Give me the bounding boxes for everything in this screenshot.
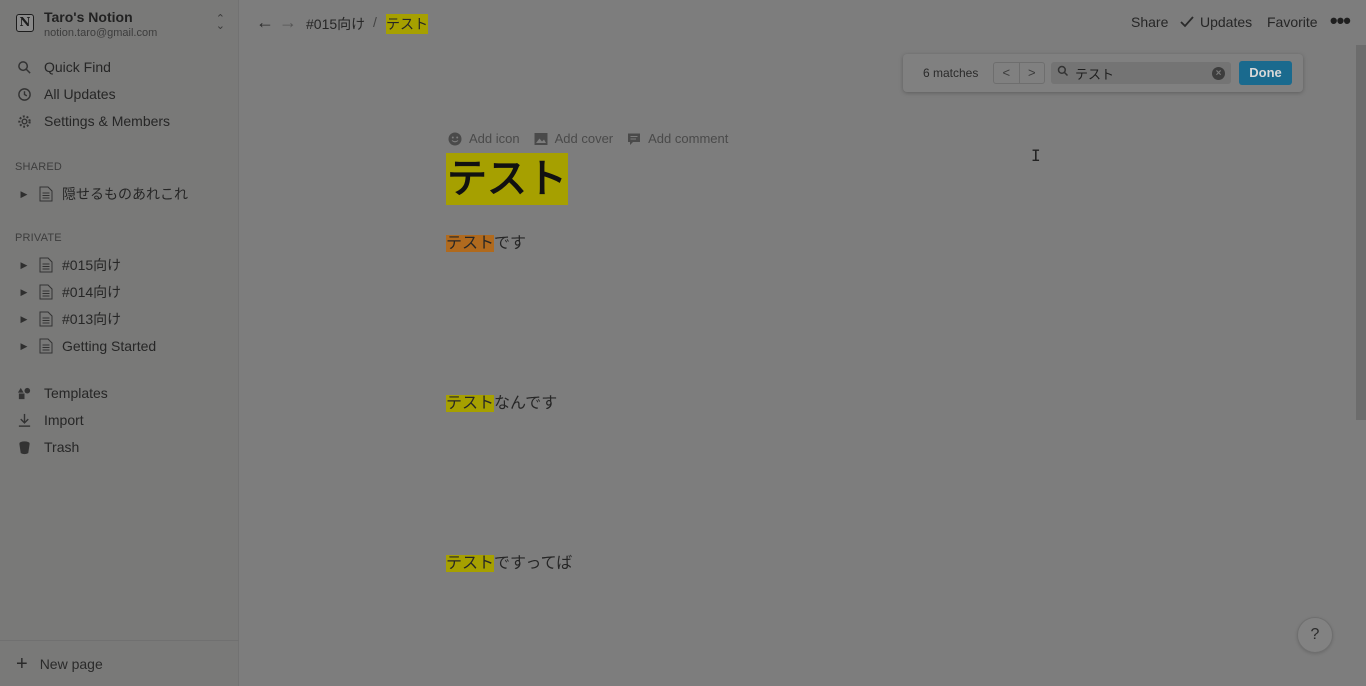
sidebar-page-label: #013向け [62,311,122,327]
templates-label: Templates [44,385,108,401]
find-input[interactable]: テスト × [1051,62,1231,84]
page-icon [39,311,53,327]
quick-find-button[interactable]: Quick Find [16,56,111,78]
match-highlight: テスト [446,555,495,572]
sidebar-page-private-2[interactable]: ▶ #013向け [18,308,122,330]
plus-icon: + [16,652,28,675]
text-block[interactable]: テストなんです [446,394,557,414]
topbar: ← → #015向け / テスト Share Updates Favorite … [240,0,1366,45]
import-button[interactable]: Import [16,409,84,431]
page-icon [39,257,53,273]
gear-icon [16,113,32,129]
all-updates-button[interactable]: All Updates [16,83,116,105]
new-page-label: New page [39,655,103,672]
match-highlight: テスト [446,395,495,412]
done-button[interactable]: Done [1239,61,1292,85]
sidebar-page-label: Getting Started [62,338,157,354]
expand-triangle-icon[interactable]: ▶ [18,314,30,325]
add-icon-button[interactable]: Add icon [448,131,520,146]
text-block[interactable]: テストです [446,234,526,254]
clear-icon[interactable]: × [1212,66,1225,80]
add-cover-button[interactable]: Add cover [534,131,614,146]
notion-logo-icon: N [16,14,34,32]
smiley-icon [448,132,462,145]
previous-match-button[interactable]: < [994,63,1020,83]
add-cover-label: Add cover [554,131,614,146]
expand-triangle-icon[interactable]: ▶ [18,341,30,352]
breadcrumb-current[interactable]: テスト [386,14,428,34]
search-icon [16,59,32,75]
download-icon [16,412,32,428]
sidebar-page-private-0[interactable]: ▶ #015向け [18,254,122,276]
workspace-name: Taro's Notion [44,9,133,25]
sidebar-page-label: 隠せるものあれこれ [62,186,188,202]
favorite-button[interactable]: Favorite [1267,14,1318,30]
share-button[interactable]: Share [1131,14,1168,30]
page-icon [39,186,53,202]
clock-icon [16,86,32,102]
shared-section-label: SHARED [15,161,63,173]
sidebar: N Taro's Notion notion.taro@gmail.com ⌃ ⌄… [0,0,239,686]
more-options-icon[interactable]: ••• [1330,8,1351,34]
block-text: ですってば [494,555,573,572]
page-icon [39,284,53,300]
chevron-updown-icon: ⌃ ⌄ [215,13,225,32]
sidebar-page-private-1[interactable]: ▶ #014向け [18,281,122,303]
new-page-button[interactable]: + New page [0,640,239,686]
forward-arrow-icon[interactable]: → [279,12,297,33]
text-cursor-icon: I [1031,146,1041,165]
expand-triangle-icon[interactable]: ▶ [18,260,30,271]
find-in-page-bar: 6 matches < > テスト × Done [903,54,1303,92]
page-icon [39,338,53,354]
sidebar-page-label: #015向け [62,257,122,273]
match-count: 6 matches [923,66,979,80]
find-query: テスト [1075,66,1115,82]
shapes-icon [16,385,32,401]
settings-label: Settings & Members [44,113,171,129]
search-icon [1051,64,1069,82]
match-navigation: < > [993,62,1045,84]
sidebar-page-private-3[interactable]: ▶ Getting Started [18,335,157,357]
page-title[interactable]: テスト [446,153,568,205]
add-comment-label: Add comment [648,131,729,146]
settings-button[interactable]: Settings & Members [16,110,170,132]
add-icon-label: Add icon [469,131,520,146]
block-text: です [494,235,527,252]
workspace-email: notion.taro@gmail.com [44,27,158,39]
trash-label: Trash [44,439,80,455]
updates-button[interactable]: Updates [1180,14,1252,30]
comment-icon [628,133,641,145]
updates-label: Updates [1200,14,1253,30]
sidebar-page-label: #014向け [62,284,122,300]
expand-triangle-icon[interactable]: ▶ [18,189,30,200]
workspace-switcher[interactable]: N Taro's Notion notion.taro@gmail.com ⌃ ⌄ [14,8,229,40]
check-icon [1180,16,1194,28]
scrollbar[interactable] [1356,45,1366,420]
breadcrumb-parent[interactable]: #015向け [306,14,365,34]
help-button[interactable]: ? [1297,617,1333,653]
add-comment-button[interactable]: Add comment [627,131,728,146]
templates-button[interactable]: Templates [16,382,108,404]
page-actions: Add icon Add cover Add comment [448,131,742,146]
block-text: なんです [494,395,558,412]
image-icon [534,132,548,145]
all-updates-label: All Updates [44,86,116,102]
breadcrumb-separator: / [373,14,377,30]
next-match-button[interactable]: > [1020,63,1045,83]
current-match-highlight: テスト [446,235,495,252]
expand-triangle-icon[interactable]: ▶ [18,287,30,298]
import-label: Import [44,412,84,428]
text-block[interactable]: テストですってば [446,554,572,574]
sidebar-page-shared-0[interactable]: ▶ 隠せるものあれこれ [18,183,188,205]
back-arrow-icon[interactable]: ← [256,12,274,33]
trash-icon [16,439,32,455]
quick-find-label: Quick Find [44,59,111,75]
private-section-label: PRIVATE [15,232,62,244]
trash-button[interactable]: Trash [16,436,79,458]
